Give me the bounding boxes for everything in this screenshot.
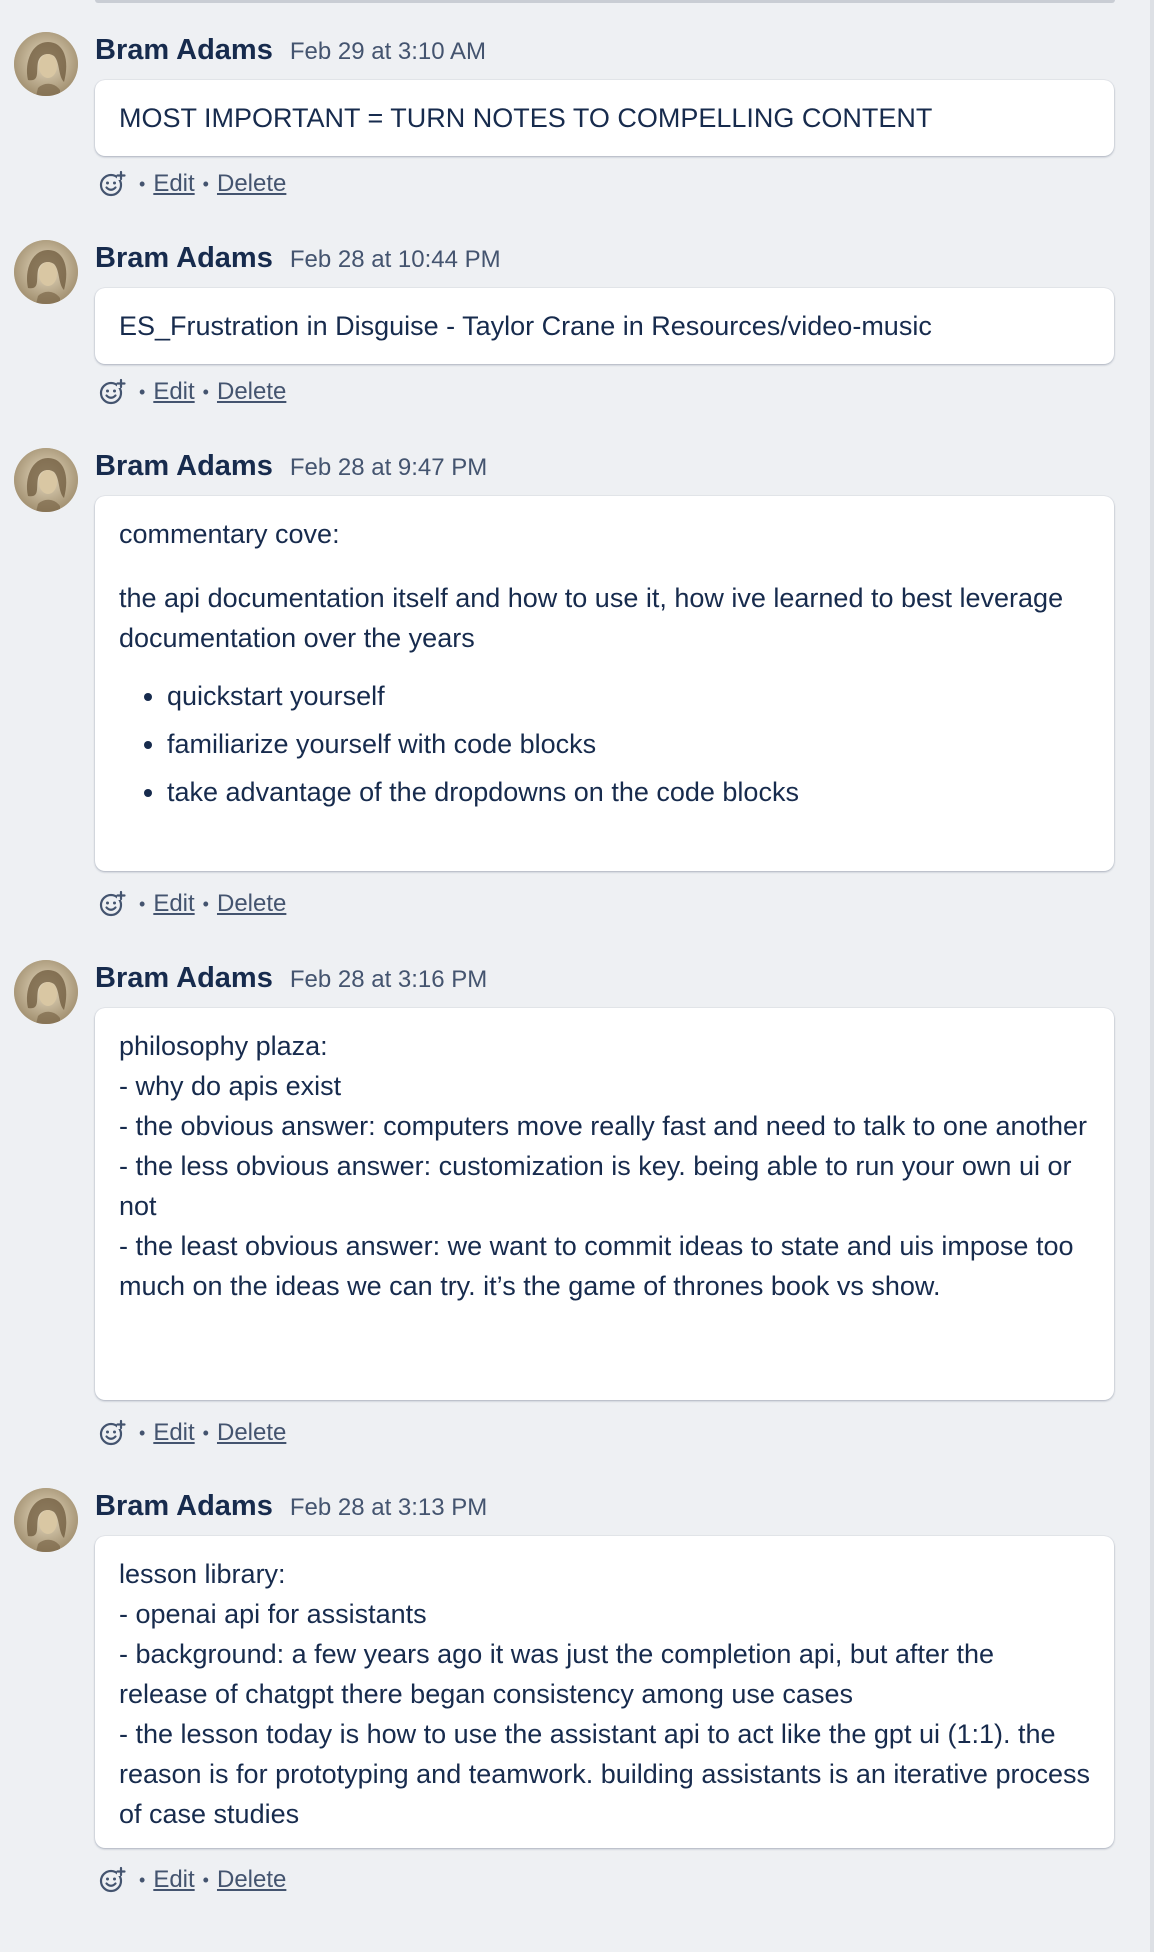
separator: • <box>202 173 209 194</box>
comment-date[interactable]: Feb 28 at 9:47 PM <box>290 454 487 482</box>
comment-line: - the least obvious answer: we want to c… <box>119 1231 1074 1301</box>
author-name[interactable]: Bram Adams <box>95 1490 273 1523</box>
avatar[interactable] <box>14 1488 78 1552</box>
comment-body: philosophy plaza: - why do apis exist - … <box>95 1008 1114 1400</box>
author-name[interactable]: Bram Adams <box>95 450 273 483</box>
comment-line: - why do apis exist <box>119 1071 342 1101</box>
separator: • <box>139 1422 146 1443</box>
comment-actions: • Edit • Delete <box>97 375 286 409</box>
edit-link[interactable]: Edit <box>153 1419 194 1447</box>
comment-actions: • Edit • Delete <box>97 887 286 921</box>
add-reaction-icon[interactable] <box>97 1418 127 1448</box>
avatar[interactable] <box>14 240 78 304</box>
separator: • <box>139 173 146 194</box>
comment-body: MOST IMPORTANT = TURN NOTES TO COMPELLIN… <box>95 80 1114 156</box>
separator: • <box>202 381 209 402</box>
comment-header: Bram Adams Feb 28 at 3:13 PM <box>95 1490 487 1522</box>
previous-card-edge <box>95 0 1115 3</box>
comment-header: Bram Adams Feb 28 at 9:47 PM <box>95 450 487 482</box>
comment-line: - openai api for assistants <box>119 1599 427 1629</box>
comment-paragraph: MOST IMPORTANT = TURN NOTES TO COMPELLIN… <box>119 103 933 133</box>
list-item: quickstart yourself <box>167 676 1090 716</box>
avatar[interactable] <box>14 32 78 96</box>
comment-paragraph: the api documentation itself and how to … <box>119 583 1064 653</box>
edit-link[interactable]: Edit <box>153 1866 194 1894</box>
comment-line: lesson library: <box>119 1559 286 1589</box>
comment-header: Bram Adams Feb 29 at 3:10 AM <box>95 34 486 66</box>
separator: • <box>202 1422 209 1443</box>
comment-body: commentary cove: the api documentation i… <box>95 496 1114 871</box>
comment-actions: • Edit • Delete <box>97 1863 286 1897</box>
comment-date[interactable]: Feb 28 at 3:13 PM <box>290 1494 487 1522</box>
edit-link[interactable]: Edit <box>153 378 194 406</box>
separator: • <box>139 381 146 402</box>
edit-link[interactable]: Edit <box>153 170 194 198</box>
right-panel-edge <box>1150 0 1154 1952</box>
avatar[interactable] <box>14 960 78 1024</box>
separator: • <box>202 893 209 914</box>
delete-link[interactable]: Delete <box>217 890 286 918</box>
comment-line: philosophy plaza: <box>119 1031 328 1061</box>
delete-link[interactable]: Delete <box>217 170 286 198</box>
edit-link[interactable]: Edit <box>153 890 194 918</box>
add-reaction-icon[interactable] <box>97 377 127 407</box>
comment-date[interactable]: Feb 29 at 3:10 AM <box>290 38 486 66</box>
comment-actions: • Edit • Delete <box>97 1416 286 1450</box>
comment-header: Bram Adams Feb 28 at 3:16 PM <box>95 962 487 994</box>
author-name[interactable]: Bram Adams <box>95 962 273 995</box>
delete-link[interactable]: Delete <box>217 1866 286 1894</box>
add-reaction-icon[interactable] <box>97 889 127 919</box>
delete-link[interactable]: Delete <box>217 378 286 406</box>
add-reaction-icon[interactable] <box>97 169 127 199</box>
comment-line: - the lesson today is how to use the ass… <box>119 1719 1090 1829</box>
avatar[interactable] <box>14 448 78 512</box>
comment-body: ES_Frustration in Disguise - Taylor Cran… <box>95 288 1114 364</box>
list-item: take advantage of the dropdowns on the c… <box>167 772 1090 812</box>
comment-paragraph: ES_Frustration in Disguise - Taylor Cran… <box>119 311 932 341</box>
separator: • <box>139 893 146 914</box>
comment-paragraph: commentary cove: <box>119 519 340 549</box>
comment-date[interactable]: Feb 28 at 3:16 PM <box>290 966 487 994</box>
author-name[interactable]: Bram Adams <box>95 34 273 67</box>
delete-link[interactable]: Delete <box>217 1419 286 1447</box>
comment-line: - background: a few years ago it was jus… <box>119 1639 994 1709</box>
separator: • <box>139 1869 146 1890</box>
comment-line: - the obvious answer: computers move rea… <box>119 1111 1088 1141</box>
comment-date[interactable]: Feb 28 at 10:44 PM <box>290 246 501 274</box>
author-name[interactable]: Bram Adams <box>95 242 273 275</box>
separator: • <box>202 1869 209 1890</box>
list-item: familiarize yourself with code blocks <box>167 724 1090 764</box>
add-reaction-icon[interactable] <box>97 1865 127 1895</box>
comment-body: lesson library: - openai api for assista… <box>95 1536 1114 1848</box>
bullet-list: quickstart yourself familiarize yourself… <box>119 676 1090 812</box>
comment-actions: • Edit • Delete <box>97 167 286 201</box>
comment-line: - the less obvious answer: customization… <box>119 1151 1072 1221</box>
comment-header: Bram Adams Feb 28 at 10:44 PM <box>95 242 501 274</box>
